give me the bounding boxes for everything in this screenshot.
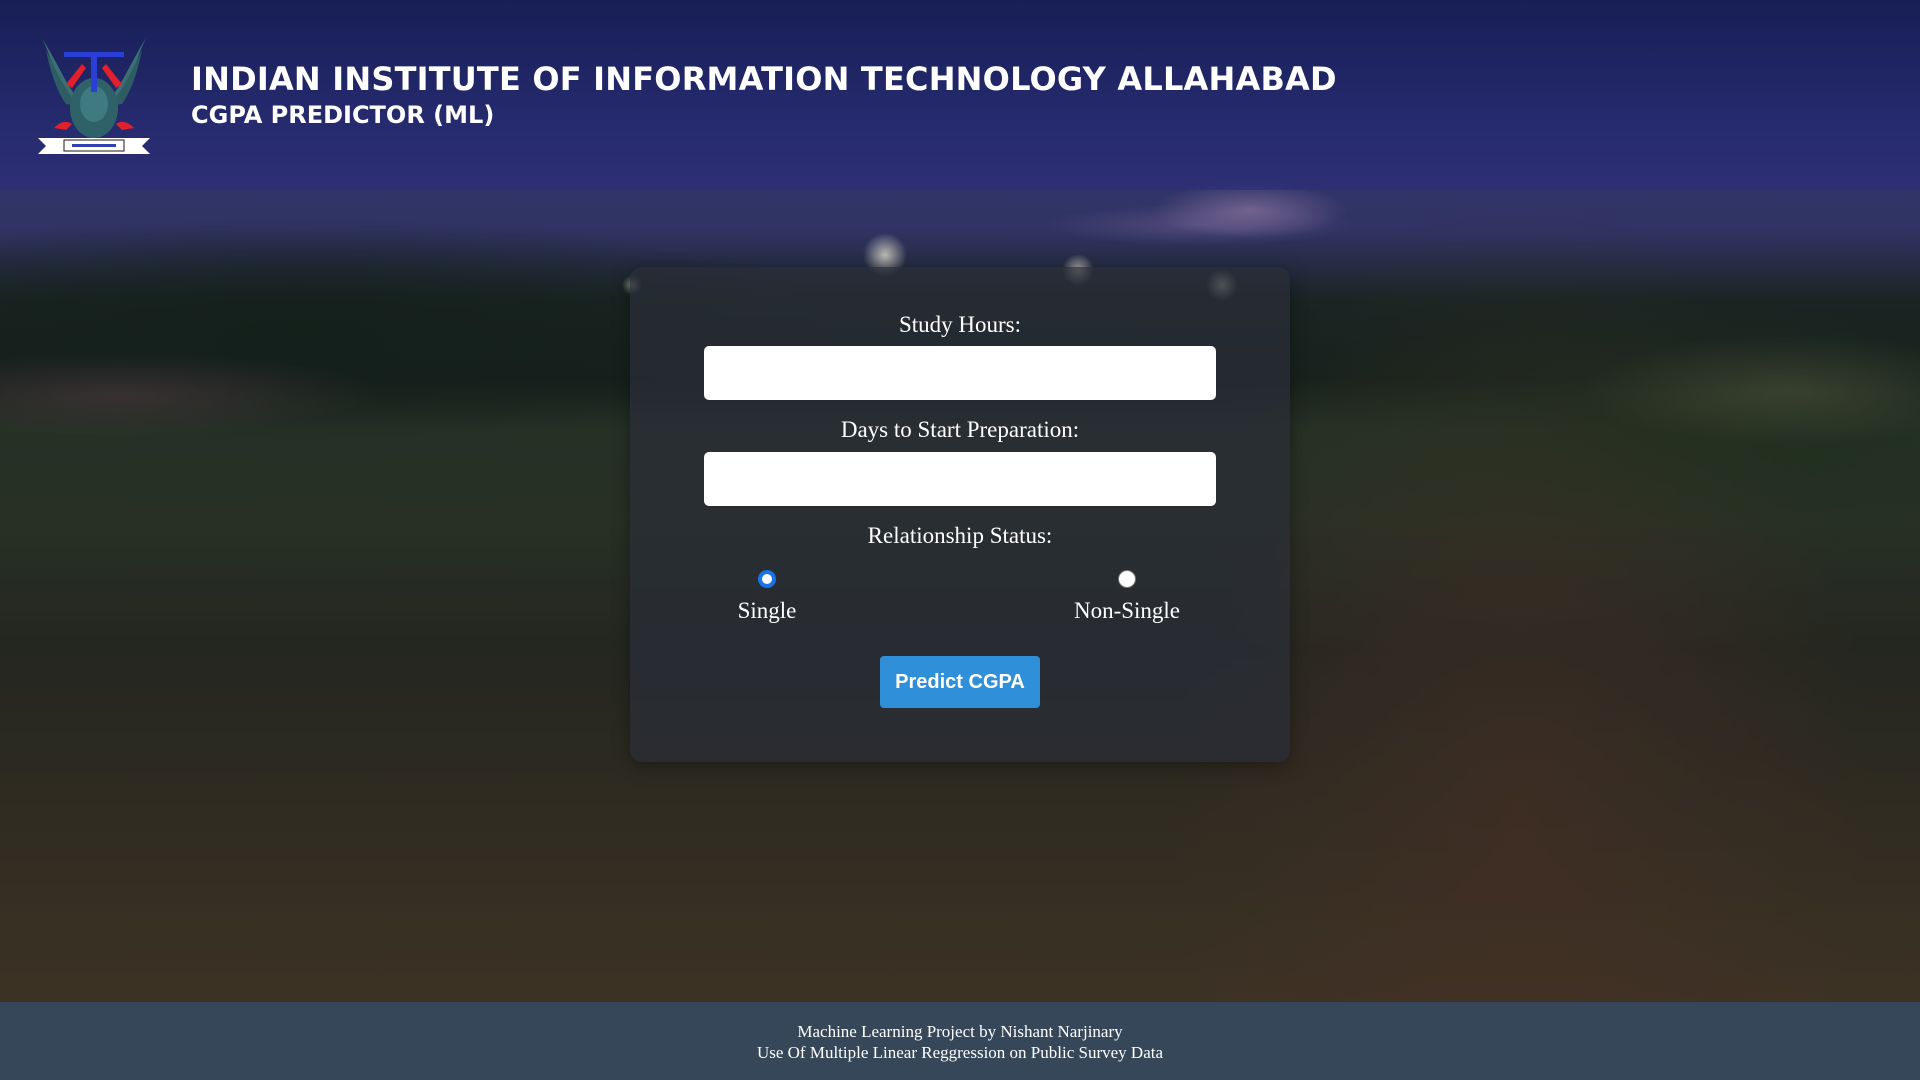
non-single-radio-button[interactable]	[1118, 570, 1136, 588]
relationship-status-label: Relationship Status:	[867, 523, 1053, 548]
page-title: INDIAN INSTITUTE OF INFORMATION TECHNOLO…	[191, 60, 1337, 98]
iiit-allahabad-emblem-icon	[38, 38, 150, 154]
predict-cgpa-button[interactable]: Predict CGPA	[880, 656, 1040, 708]
days-to-start-label: Days to Start Preparation:	[840, 417, 1080, 442]
single-radio-label[interactable]: Single	[697, 598, 837, 624]
study-hours-label: Study Hours:	[898, 312, 1022, 337]
radio-option-single[interactable]: Single	[697, 570, 837, 624]
site-header: INDIAN INSTITUTE OF INFORMATION TECHNOLO…	[0, 0, 1920, 190]
site-footer: Machine Learning Project by Nishant Narj…	[0, 1002, 1920, 1080]
non-single-radio-label[interactable]: Non-Single	[1057, 598, 1197, 624]
footer-description: Use Of Multiple Linear Reggression on Pu…	[756, 1043, 1164, 1062]
study-hours-input[interactable]	[704, 346, 1216, 400]
page: INDIAN INSTITUTE OF INFORMATION TECHNOLO…	[0, 0, 1920, 1080]
footer-credit: Machine Learning Project by Nishant Narj…	[797, 1022, 1123, 1041]
page-subtitle: CGPA PREDICTOR (ML)	[191, 101, 495, 129]
prediction-form-card: Study Hours: Days to Start Preparation: …	[630, 267, 1290, 762]
radio-option-non-single[interactable]: Non-Single	[1057, 570, 1197, 624]
days-to-start-input[interactable]	[704, 452, 1216, 506]
single-radio-button[interactable]	[758, 570, 776, 588]
